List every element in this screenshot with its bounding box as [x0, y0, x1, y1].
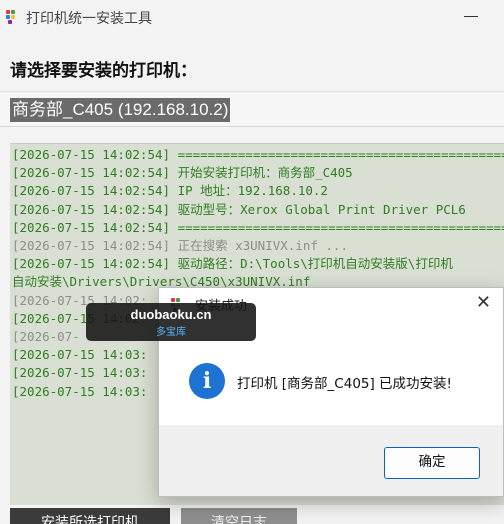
printer-select-prompt: 请选择要安装的打印机：: [10, 61, 197, 81]
dialog-message: 打印机 [商务部_C405] 已成功安装!: [237, 376, 452, 392]
app-icon: [6, 10, 18, 24]
install-selected-button[interactable]: 安装所选打印机: [10, 508, 170, 524]
log-line: [2026-07-15 14:02:54] 驱动型号：Xerox Global …: [12, 201, 466, 217]
log-line: [2026-07-15 14:02:54] 开始安装打印机：商务部_C405: [12, 165, 353, 181]
printer-select-value[interactable]: 商务部_C405 (192.168.10.2): [10, 98, 231, 122]
clear-log-button[interactable]: 清空日志: [181, 508, 297, 524]
log-line: [2026-07-15 14:02:54] ==================…: [12, 147, 504, 162]
title-bar: 打印机统一安装工具: [0, 0, 504, 34]
printer-select[interactable]: 商务部_C405 (192.168.10.2): [0, 91, 504, 127]
log-line: [2026-07-15 14:02:54] 驱动路径：D:\Tools\打印机自…: [12, 256, 453, 272]
log-line: [2026-07-15 14:02:54] 正在搜索 x3UNIVX.inf .…: [12, 238, 348, 254]
close-icon[interactable]: ✕: [476, 292, 491, 314]
log-line: [2026-07-15 14:02:54] IP 地址：192.168.10.2: [12, 183, 328, 199]
ok-button[interactable]: 确定: [384, 447, 480, 479]
watermark-name: 多宝库: [156, 327, 186, 338]
window-title: 打印机统一安装工具: [26, 11, 152, 27]
watermark: duobaoku.cn 多宝库: [86, 303, 256, 341]
dialog-footer: 确定: [159, 425, 503, 496]
info-icon: i: [189, 363, 225, 399]
watermark-site: duobaoku.cn: [130, 307, 212, 322]
minimize-icon[interactable]: [464, 16, 478, 17]
log-line: [2026-07-15 14:02:54] ==================…: [12, 219, 504, 235]
